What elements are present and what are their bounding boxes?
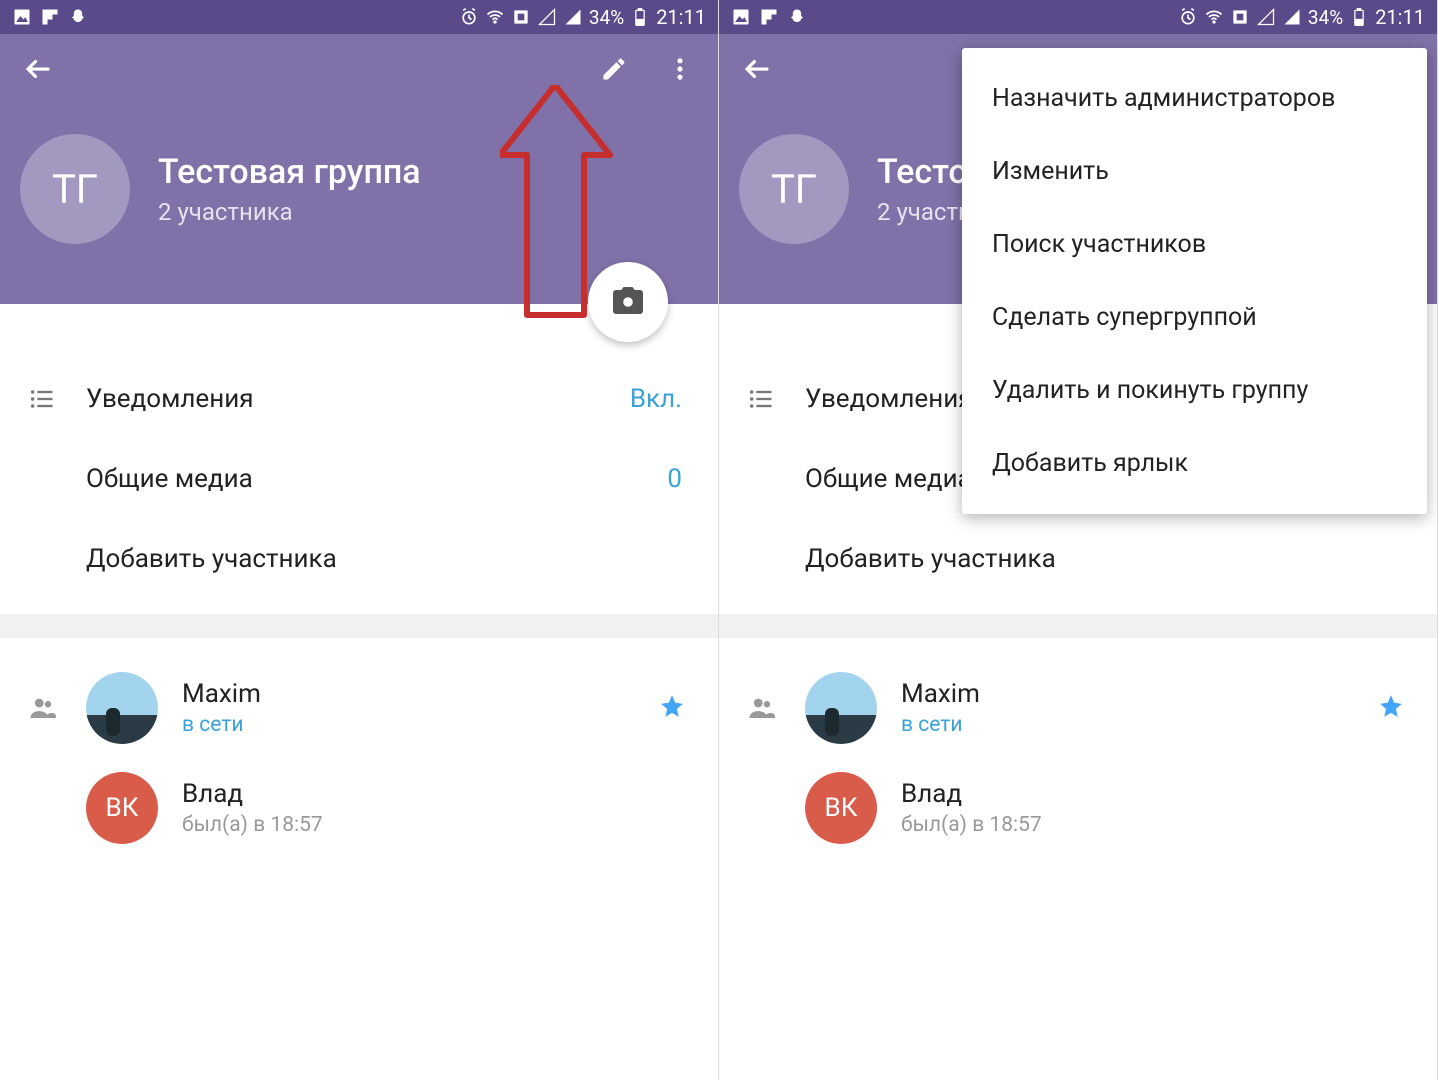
member-row[interactable]: Maxim в сети	[747, 658, 1409, 758]
menu-item-make-supergroup[interactable]: Сделать супергруппой	[962, 281, 1427, 354]
section-divider	[0, 614, 718, 638]
add-member-row[interactable]: Добавить участника	[28, 519, 690, 599]
member-name: Влад	[901, 779, 1409, 809]
member-status: был(а) в 18:57	[901, 813, 1409, 837]
image-icon	[731, 7, 751, 27]
member-name: Maxim	[901, 679, 1378, 709]
edit-button[interactable]	[596, 51, 632, 87]
shared-media-value: 0	[667, 464, 682, 494]
notifications-value: Вкл.	[630, 384, 682, 414]
member-row[interactable]: ВК Влад был(а) в 18:57	[28, 758, 690, 858]
member-row[interactable]: Maxim в сети	[28, 658, 690, 758]
screen-left: 34% 21:11 ТГ	[0, 0, 719, 1080]
screenshot-icon	[511, 7, 531, 27]
add-member-row[interactable]: Добавить участника	[747, 519, 1409, 599]
status-bar: 34% 21:11	[0, 0, 718, 34]
member-status: был(а) в 18:57	[182, 813, 690, 837]
menu-item-edit[interactable]: Изменить	[962, 135, 1427, 208]
member-name: Влад	[182, 779, 690, 809]
signal-sim1-icon	[1256, 7, 1276, 27]
menu-item-search-members[interactable]: Поиск участников	[962, 208, 1427, 281]
battery-icon	[630, 7, 650, 27]
menu-item-assign-admins[interactable]: Назначить администраторов	[962, 62, 1427, 135]
notifications-label: Уведомления	[86, 384, 630, 414]
alarm-icon	[459, 7, 479, 27]
add-member-label: Добавить участника	[805, 544, 1409, 574]
people-icon	[747, 693, 805, 723]
screenshot-icon	[1230, 7, 1250, 27]
member-row[interactable]: ВК Влад был(а) в 18:57	[747, 758, 1409, 858]
back-button[interactable]	[739, 51, 775, 87]
group-avatar[interactable]: ТГ	[739, 134, 849, 244]
snapchat-icon	[787, 7, 807, 27]
status-time: 21:11	[1375, 5, 1425, 29]
more-button[interactable]	[662, 51, 698, 87]
wifi-icon	[485, 7, 505, 27]
battery-icon	[1349, 7, 1369, 27]
members-section: Maxim в сети ВК Влад был(а) в 18:57	[0, 638, 718, 858]
snapchat-icon	[68, 7, 88, 27]
alarm-icon	[1178, 7, 1198, 27]
members-section: Maxim в сети ВК Влад был(а) в 18:57	[719, 638, 1437, 858]
notifications-row[interactable]: Уведомления Вкл.	[28, 359, 690, 439]
signal-sim2-icon	[1282, 7, 1302, 27]
section-divider	[719, 614, 1437, 638]
settings-section: Уведомления Вкл. Общие медиа 0 Добавить …	[0, 304, 718, 599]
member-avatar-initials: ВК	[106, 793, 139, 823]
screen-right: 34% 21:11 ТГ Тестовая группа 2 участника	[719, 0, 1438, 1080]
group-subtitle: 2 участника	[158, 198, 421, 226]
battery-percent: 34%	[1308, 6, 1343, 29]
list-icon	[28, 385, 86, 413]
member-name: Maxim	[182, 679, 659, 709]
group-title: Тестовая группа	[158, 152, 421, 192]
status-time: 21:11	[656, 5, 706, 29]
people-icon	[28, 693, 86, 723]
add-member-label: Добавить участника	[86, 544, 690, 574]
member-avatar	[805, 672, 877, 744]
signal-sim2-icon	[563, 7, 583, 27]
flipboard-icon	[759, 7, 779, 27]
shared-media-row[interactable]: Общие медиа 0	[28, 439, 690, 519]
member-status: в сети	[901, 713, 1378, 737]
member-avatar: ВК	[805, 772, 877, 844]
shared-media-label: Общие медиа	[86, 464, 667, 494]
member-avatar-initials: ВК	[825, 793, 858, 823]
group-avatar[interactable]: ТГ	[20, 134, 130, 244]
status-bar: 34% 21:11	[719, 0, 1437, 34]
menu-item-add-shortcut[interactable]: Добавить ярлык	[962, 427, 1427, 500]
signal-sim1-icon	[537, 7, 557, 27]
member-avatar	[86, 672, 158, 744]
group-header: ТГ Тестовая группа 2 участника	[0, 34, 718, 304]
image-icon	[12, 7, 32, 27]
list-icon	[747, 385, 805, 413]
group-avatar-initials: ТГ	[52, 166, 98, 213]
back-button[interactable]	[20, 51, 56, 87]
overflow-menu: Назначить администраторов Изменить Поиск…	[962, 48, 1427, 514]
battery-percent: 34%	[589, 6, 624, 29]
flipboard-icon	[40, 7, 60, 27]
star-icon	[1378, 693, 1404, 723]
wifi-icon	[1204, 7, 1224, 27]
star-icon	[659, 693, 685, 723]
member-status: в сети	[182, 713, 659, 737]
menu-item-delete-leave[interactable]: Удалить и покинуть группу	[962, 354, 1427, 427]
group-avatar-initials: ТГ	[771, 166, 817, 213]
member-avatar: ВК	[86, 772, 158, 844]
camera-fab[interactable]	[588, 262, 668, 342]
